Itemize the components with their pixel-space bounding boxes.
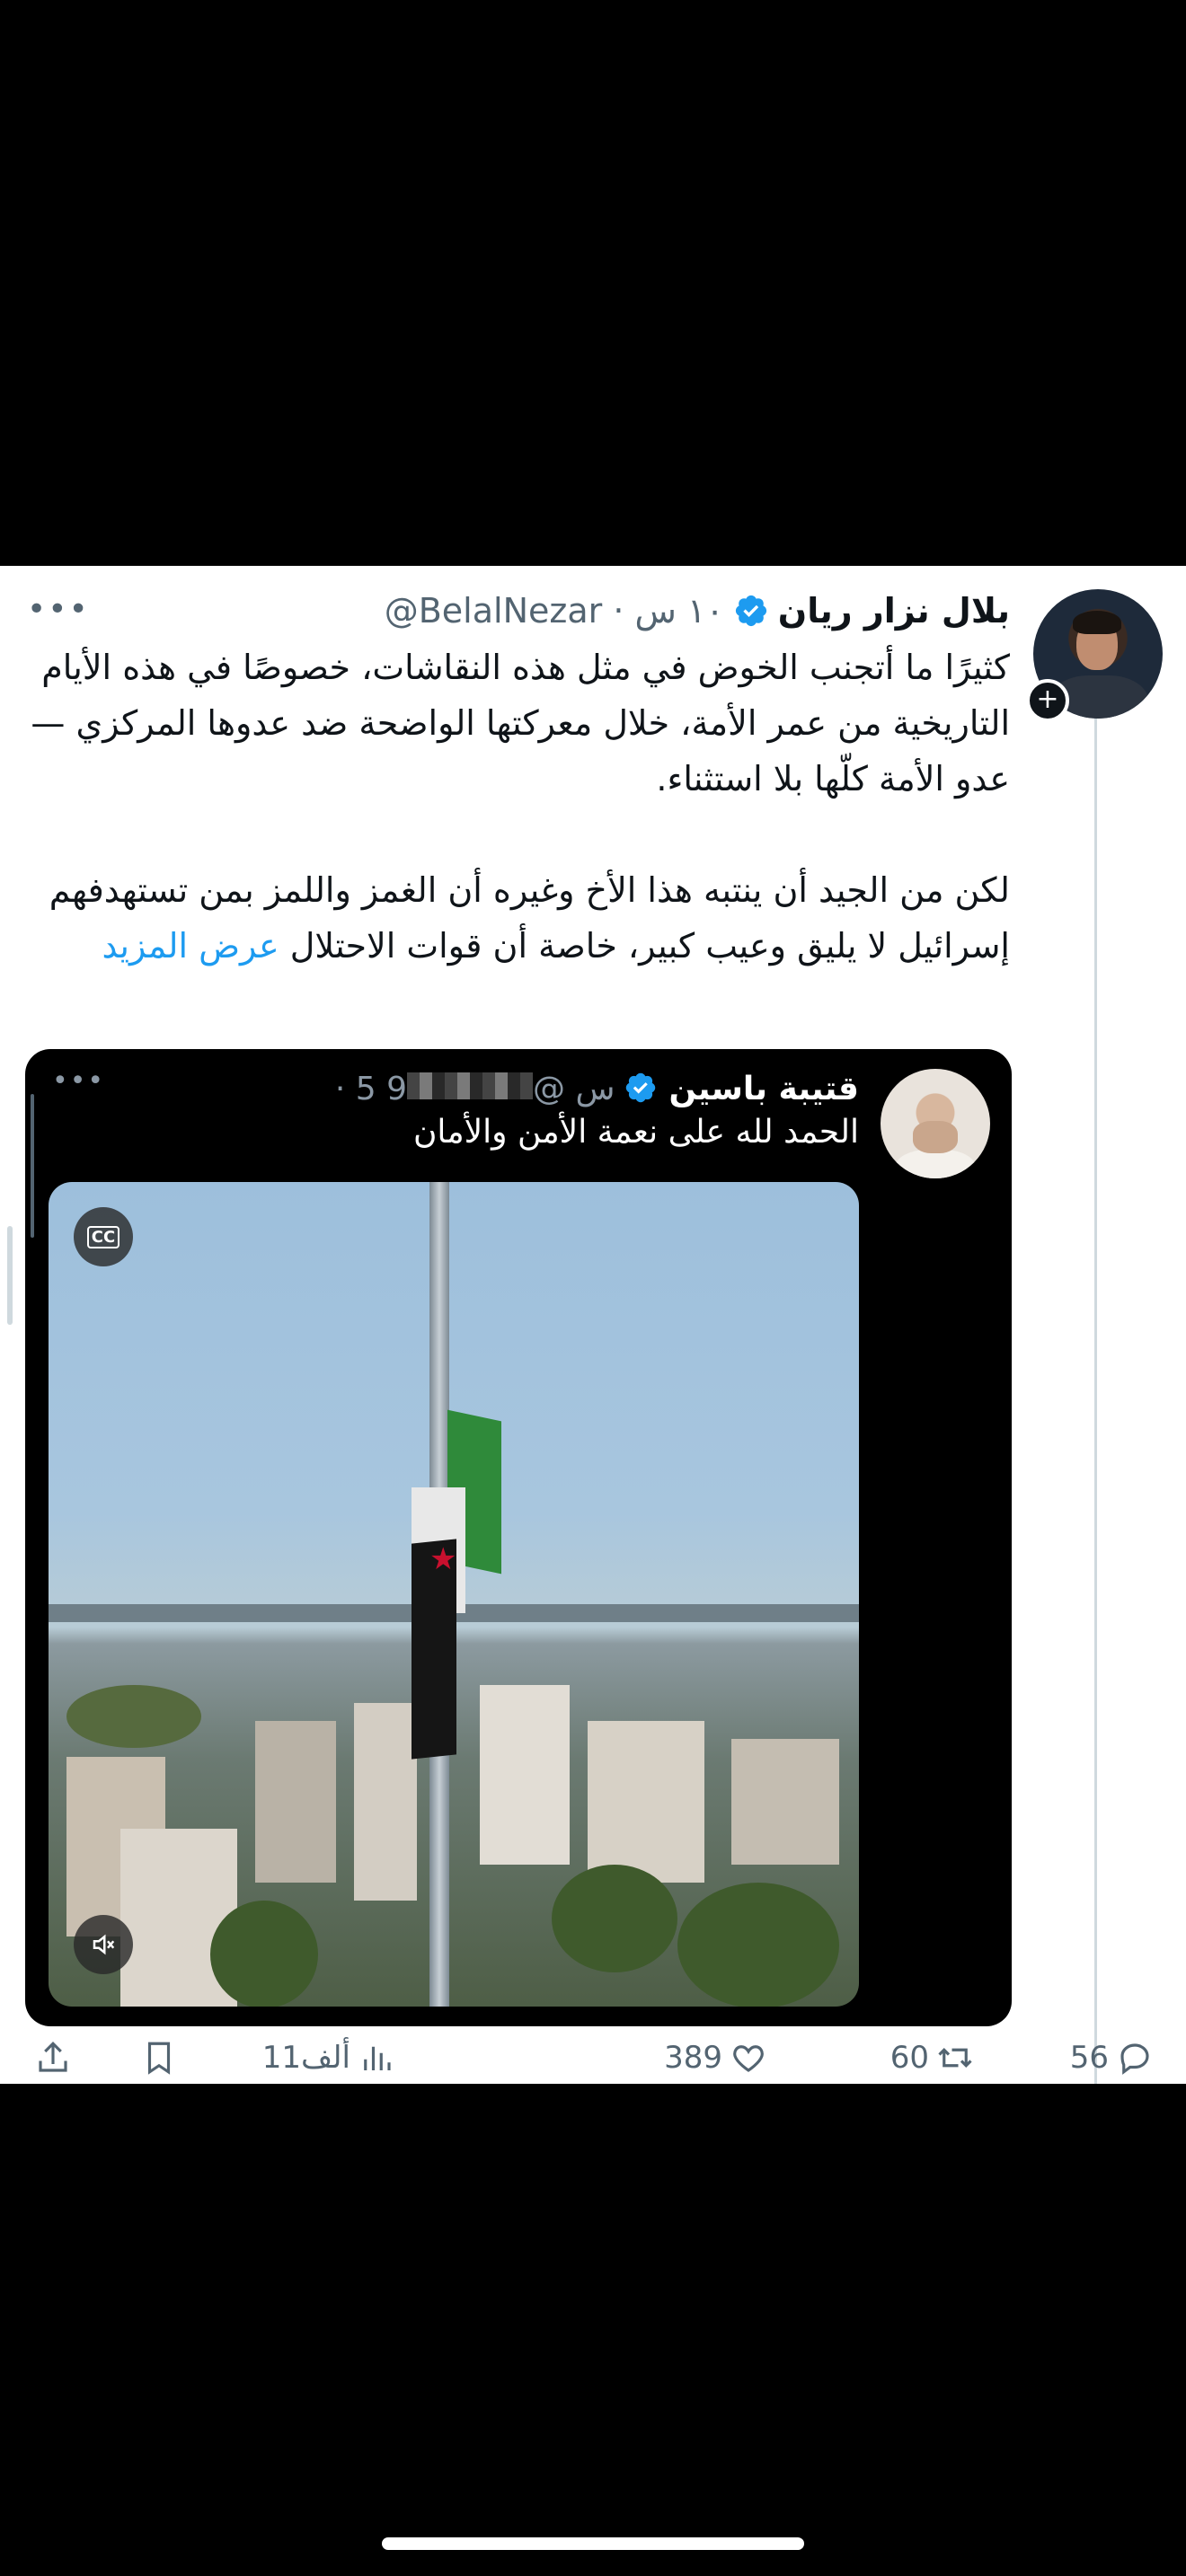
quote-handle-suffix: 9 [386, 1070, 408, 1107]
quote-header: قتيبة باسين · 5 س @9 [335, 1063, 859, 1114]
scroll-indicator [7, 1226, 13, 1325]
quote-text: الحمد لله على نعمة الأمن والأمان [412, 1114, 859, 1151]
top-black-area [0, 0, 1186, 566]
video-player[interactable]: ★ CC [49, 1182, 859, 2007]
action-bar: 56 60 389 11ألف [0, 2039, 1186, 2084]
like-count: 389 [664, 2040, 722, 2076]
quote-author-handle[interactable]: · 5 س @9 [335, 1071, 615, 1107]
tweet-card[interactable]: + بلال نزار ريان @BelalNezar · ١٠ س ••• … [0, 566, 1186, 2084]
quote-scroll-indicator [31, 1094, 34, 1238]
reply-count: 56 [1069, 2040, 1109, 2076]
bottom-black-area [0, 2084, 1186, 2576]
tweet-text: كثيرًا ما أتجنب الخوض في مثل هذه النقاشا… [22, 640, 1010, 974]
retweet-count: 60 [890, 2040, 929, 2076]
views-chart-icon [364, 2046, 391, 2070]
verified-badge-icon [733, 593, 769, 629]
tweet-paragraph-1: كثيرًا ما أتجنب الخوض في مثل هذه النقاشا… [31, 648, 1010, 798]
thread-line [1094, 710, 1097, 2084]
follow-plus-icon[interactable]: + [1026, 679, 1069, 722]
quote-handle-prefix: @ [533, 1070, 566, 1107]
retweet-icon [938, 2048, 972, 2068]
quoted-tweet[interactable]: قتيبة باسين · 5 س @9 ••• الحمد لله على ن… [25, 1049, 1012, 2026]
like-button[interactable]: 389 [664, 2039, 767, 2077]
bookmark-button[interactable] [140, 2039, 178, 2077]
share-button[interactable] [34, 2039, 72, 2077]
home-indicator[interactable] [382, 2537, 804, 2550]
share-icon [39, 2042, 67, 2072]
redacted-handle [407, 1072, 534, 1099]
quote-verified-badge-icon [624, 1071, 659, 1107]
author-name[interactable]: بلال نزار ريان [778, 591, 1010, 631]
more-options-icon[interactable]: ••• [27, 591, 90, 628]
views-count: 11ألف [261, 2040, 350, 2076]
tweet-header: بلال نزار ريان @BelalNezar · ١٠ س [385, 584, 1010, 638]
tweet-paragraph-2: لكن من الجيد أن ينتبه هذا الأخ وغيره أن … [22, 862, 1010, 974]
captions-icon[interactable]: CC [74, 1207, 133, 1266]
bookmark-icon [147, 2042, 171, 2075]
quote-author-name[interactable]: قتيبة باسين [668, 1071, 859, 1107]
views-button[interactable]: 11ألف [262, 2039, 395, 2077]
reply-icon [1120, 2043, 1149, 2075]
quote-more-options-icon[interactable]: ••• [52, 1065, 105, 1097]
quote-avatar[interactable] [881, 1069, 990, 1178]
retweet-button[interactable]: 60 [890, 2039, 974, 2077]
author-handle-time[interactable]: @BelalNezar · ١٠ س [385, 591, 724, 631]
heart-icon [733, 2045, 764, 2072]
show-more-link[interactable]: عرض المزيد [102, 926, 279, 966]
mute-icon[interactable] [74, 1915, 133, 1974]
reply-button[interactable]: 56 [1070, 2039, 1154, 2077]
